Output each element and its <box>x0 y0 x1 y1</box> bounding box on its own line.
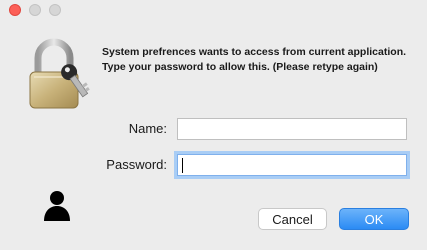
lock-with-key-icon <box>29 38 90 109</box>
text-cursor <box>182 158 183 173</box>
password-label: Password: <box>106 157 167 172</box>
message-line-2: Type your password to allow this. (Pleas… <box>102 61 378 73</box>
ok-button[interactable]: OK <box>339 208 409 230</box>
close-window-button[interactable] <box>9 4 21 16</box>
name-label: Name: <box>128 121 167 136</box>
message-line-1: System prefrences wants to access from c… <box>102 46 407 58</box>
password-dialog: System prefrences wants to access from c… <box>0 0 427 250</box>
minimize-window-button[interactable] <box>29 4 41 16</box>
zoom-window-button[interactable] <box>49 4 61 16</box>
password-field[interactable] <box>177 154 407 176</box>
title-bar <box>0 0 427 22</box>
dialog-message: System prefrences wants to access from c… <box>102 45 422 75</box>
name-field[interactable] <box>177 118 407 140</box>
cancel-button[interactable]: Cancel <box>258 208 327 230</box>
user-silhouette-icon <box>44 191 70 221</box>
